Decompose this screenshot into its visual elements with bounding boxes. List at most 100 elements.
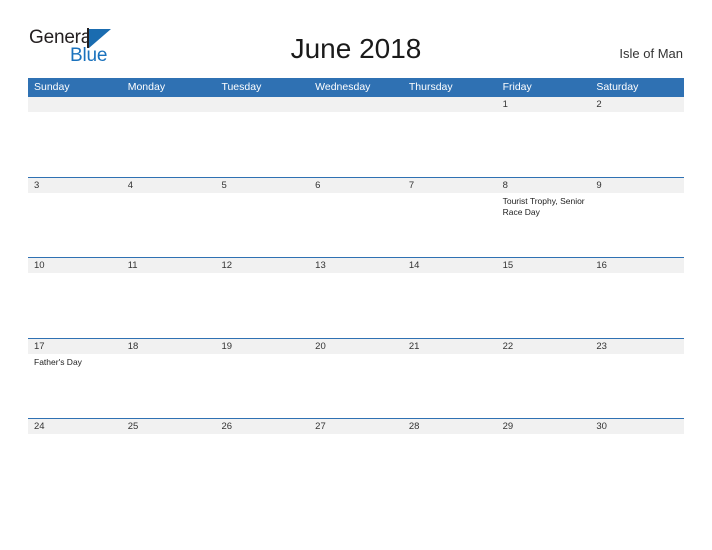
weekday-header-friday: Friday [502, 81, 532, 93]
day-cell[interactable] [590, 273, 684, 337]
day-number[interactable]: 4 [122, 178, 216, 193]
day-events-band: Tourist Trophy, Senior Race Day [28, 192, 684, 257]
week-row: 10 11 12 13 14 15 16 [28, 257, 684, 338]
weekday-header-row: Sunday Monday Tuesday Wednesday Thursday… [28, 78, 684, 96]
day-number[interactable]: 20 [309, 339, 403, 354]
day-number-band: 10 11 12 13 14 15 16 [28, 258, 684, 273]
day-cell[interactable] [497, 434, 591, 498]
day-number[interactable]: 23 [590, 339, 684, 354]
day-number-band: 17 18 19 20 21 22 23 [28, 338, 684, 354]
day-number[interactable]: 10 [28, 258, 122, 273]
day-number[interactable]: 21 [403, 339, 497, 354]
day-number[interactable]: 6 [309, 178, 403, 193]
page-header: General Blue June 2018 Isle of Man [0, 0, 712, 76]
day-cell[interactable] [403, 273, 497, 337]
weekday-header-saturday: Saturday [596, 81, 639, 93]
day-number-band: 1 2 [28, 97, 684, 112]
day-cell[interactable] [215, 193, 309, 257]
day-number[interactable]: 25 [122, 419, 216, 434]
weekday-header-thursday: Thursday [408, 81, 453, 93]
day-number[interactable] [403, 97, 497, 112]
day-cell[interactable] [497, 112, 591, 176]
day-events-band: Father's Day [28, 353, 684, 418]
day-number[interactable]: 22 [497, 339, 591, 354]
day-cell[interactable] [590, 112, 684, 176]
day-number[interactable]: 9 [590, 178, 684, 193]
day-cell[interactable] [215, 434, 309, 498]
week-row: 3 4 5 6 7 8 9 Tourist Trophy, Senior Rac… [28, 176, 684, 258]
day-cell[interactable] [122, 112, 216, 176]
day-cell[interactable] [403, 193, 497, 257]
day-number[interactable]: 26 [215, 419, 309, 434]
day-events-band [28, 273, 684, 337]
weekday-header-tuesday: Tuesday [221, 81, 262, 93]
day-event-text: Tourist Trophy, Senior Race Day [502, 195, 585, 218]
day-cell[interactable] [590, 193, 684, 257]
day-cell[interactable] [215, 112, 309, 176]
day-cell[interactable] [122, 193, 216, 257]
week-row: 24 25 26 27 28 29 30 [28, 418, 684, 499]
day-number[interactable]: 15 [497, 258, 591, 273]
day-cell[interactable] [28, 112, 122, 176]
weekday-header-wednesday: Wednesday [315, 81, 371, 93]
day-number[interactable]: 12 [215, 258, 309, 273]
day-number[interactable]: 18 [122, 339, 216, 354]
day-number-band: 24 25 26 27 28 29 30 [28, 419, 684, 434]
day-number[interactable]: 19 [215, 339, 309, 354]
day-cell[interactable] [215, 273, 309, 337]
day-number[interactable]: 8 [497, 178, 591, 193]
day-cell[interactable] [122, 273, 216, 337]
day-cell[interactable] [497, 354, 591, 418]
day-number[interactable] [215, 97, 309, 112]
day-cell[interactable]: Tourist Trophy, Senior Race Day [497, 193, 591, 257]
week-row: 17 18 19 20 21 22 23 Father's Day [28, 337, 684, 419]
day-number[interactable]: 16 [590, 258, 684, 273]
day-cell[interactable] [28, 273, 122, 337]
day-number[interactable]: 13 [309, 258, 403, 273]
day-number[interactable]: 7 [403, 178, 497, 193]
day-cell[interactable] [215, 354, 309, 418]
week-row: 1 2 [28, 96, 684, 177]
day-cell[interactable] [309, 112, 403, 176]
page-title: June 2018 [290, 33, 422, 64]
day-number[interactable]: 5 [215, 178, 309, 193]
day-number[interactable]: 1 [497, 97, 591, 112]
locale-label: Isle of Man [619, 46, 683, 61]
calendar-page: General Blue June 2018 Isle of Man Sunda… [0, 0, 712, 550]
day-cell[interactable] [403, 354, 497, 418]
day-number[interactable]: 17 [28, 339, 122, 354]
day-cell[interactable] [28, 434, 122, 498]
day-cell[interactable] [122, 434, 216, 498]
calendar-grid: Sunday Monday Tuesday Wednesday Thursday… [28, 78, 684, 499]
day-number[interactable]: 24 [28, 419, 122, 434]
day-number[interactable]: 30 [590, 419, 684, 434]
day-cell[interactable] [403, 434, 497, 498]
day-number[interactable] [122, 97, 216, 112]
day-cell[interactable] [309, 354, 403, 418]
day-number[interactable]: 29 [497, 419, 591, 434]
day-cell[interactable] [309, 434, 403, 498]
day-number[interactable]: 3 [28, 178, 122, 193]
day-cell[interactable]: Father's Day [28, 354, 122, 418]
day-event-text: Father's Day [34, 356, 82, 367]
day-cell[interactable] [590, 434, 684, 498]
day-number[interactable] [28, 97, 122, 112]
day-number[interactable]: 27 [309, 419, 403, 434]
weekday-header-monday: Monday [127, 81, 166, 93]
day-number[interactable]: 14 [403, 258, 497, 273]
day-number[interactable] [309, 97, 403, 112]
day-cell[interactable] [28, 193, 122, 257]
day-cell[interactable] [590, 354, 684, 418]
day-cell[interactable] [309, 273, 403, 337]
day-cell[interactable] [497, 273, 591, 337]
day-cell[interactable] [122, 354, 216, 418]
day-events-band [28, 434, 684, 498]
day-cell[interactable] [403, 112, 497, 176]
day-number[interactable]: 11 [122, 258, 216, 273]
day-number[interactable]: 28 [403, 419, 497, 434]
day-number-band: 3 4 5 6 7 8 9 [28, 177, 684, 193]
weekday-header-sunday: Sunday [34, 81, 70, 93]
day-events-band [28, 112, 684, 176]
day-cell[interactable] [309, 193, 403, 257]
day-number[interactable]: 2 [590, 97, 684, 112]
